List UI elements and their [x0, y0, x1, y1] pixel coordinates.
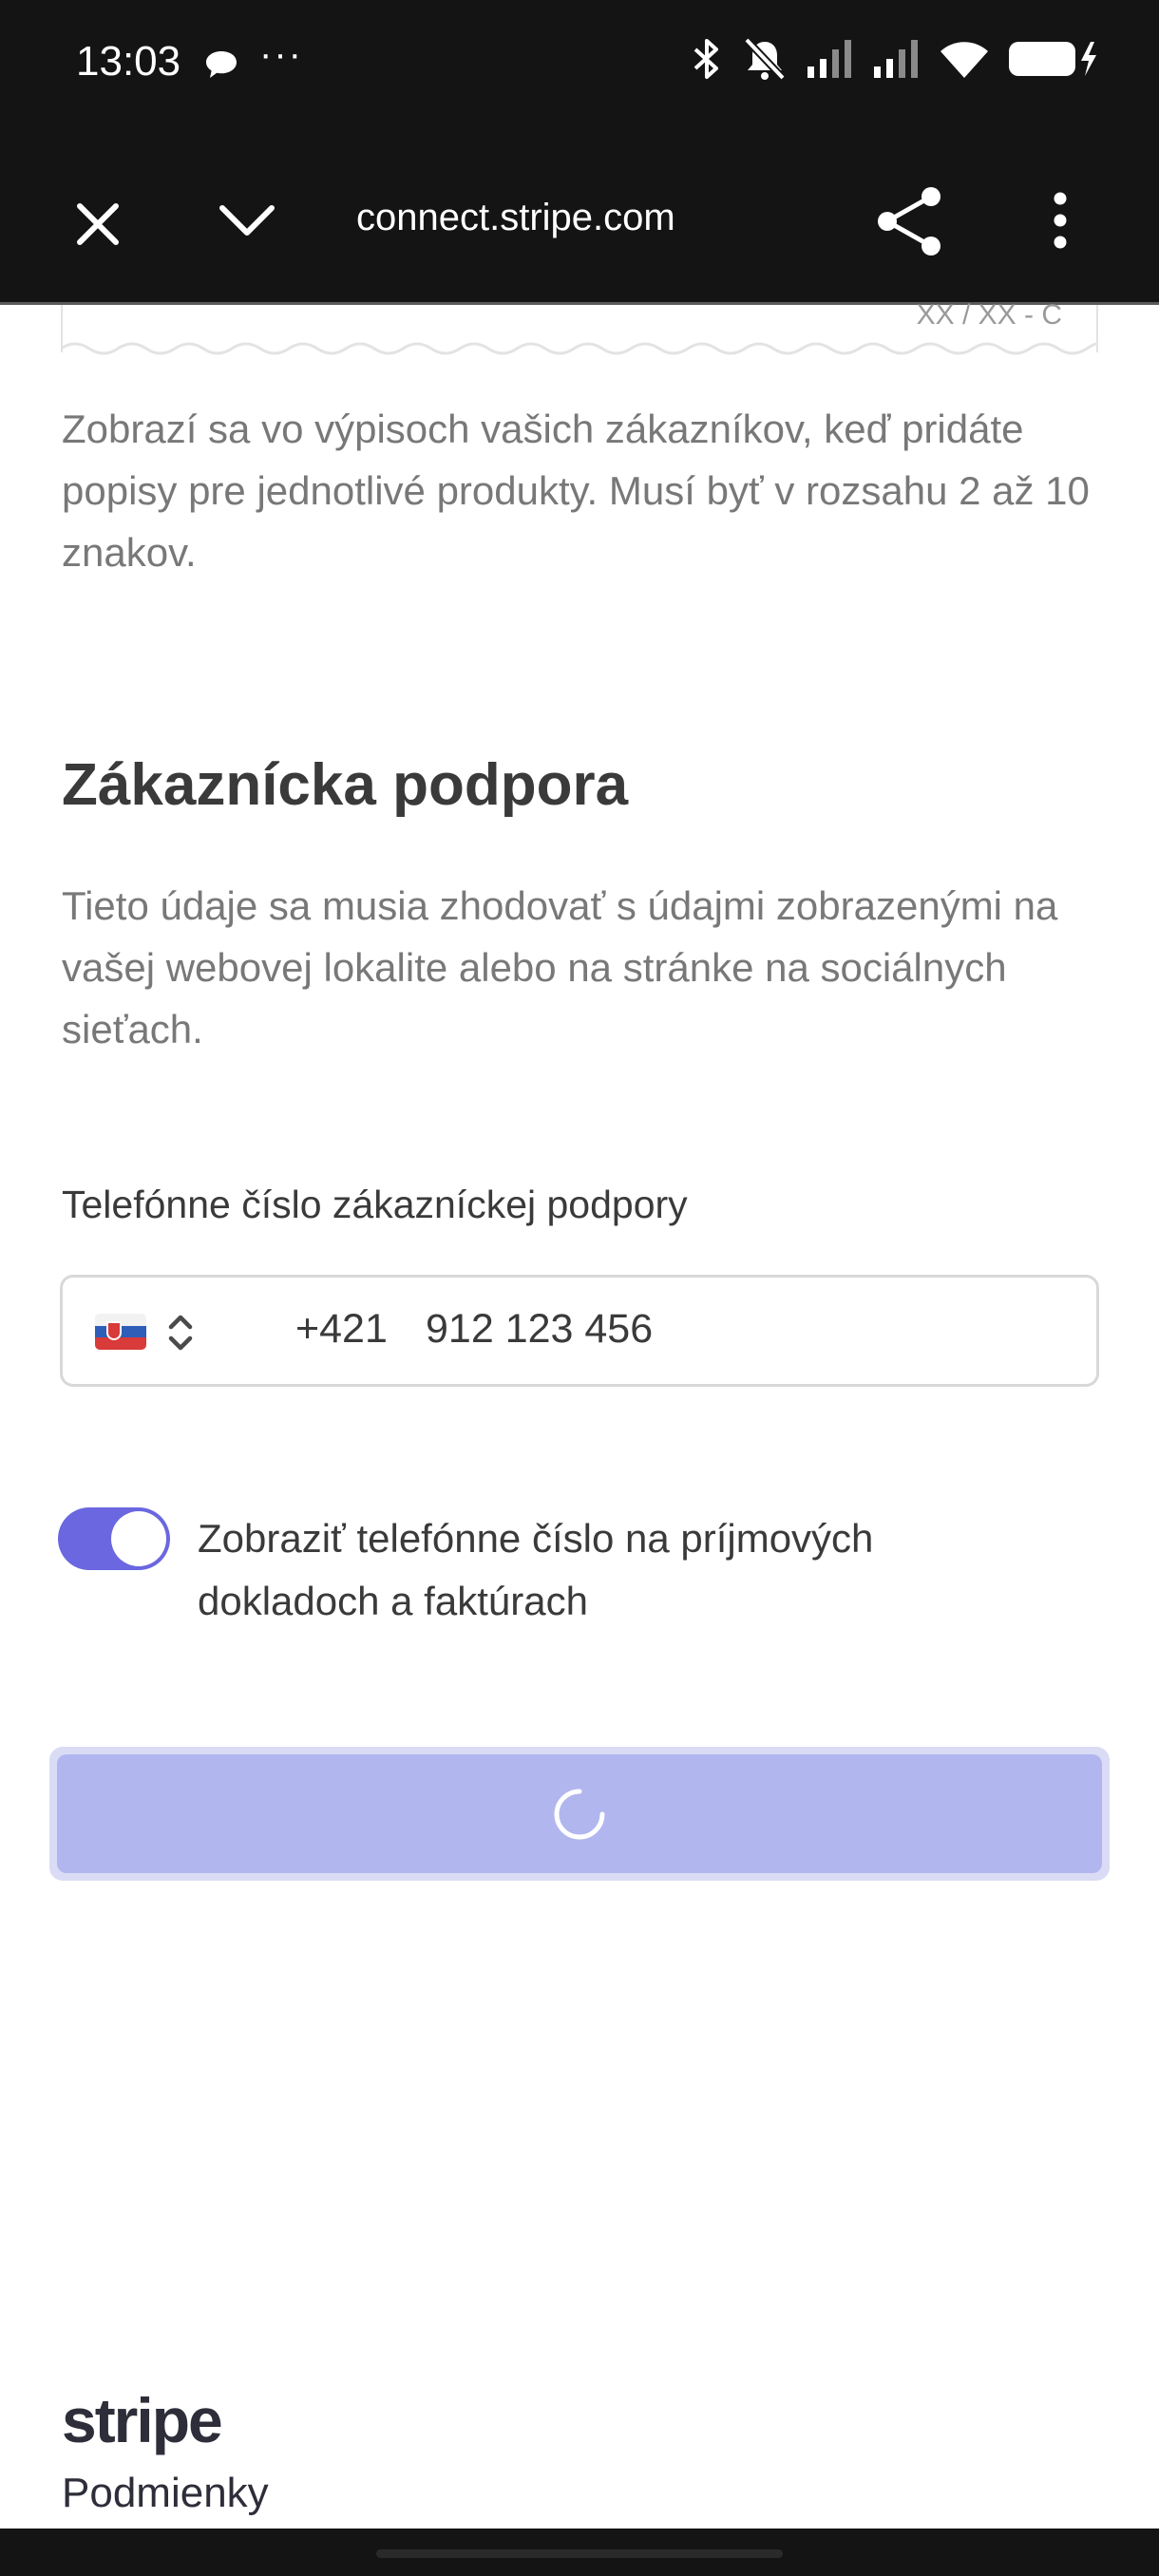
- statement-preview-text: XX / XX - C: [916, 299, 1062, 331]
- toggle-knob: [111, 1511, 166, 1566]
- home-indicator[interactable]: [376, 2549, 783, 2558]
- overflow-menu-icon[interactable]: [1045, 189, 1075, 252]
- close-icon[interactable]: [68, 195, 127, 254]
- show-phone-toggle-label: Zobraziť telefónne číslo na príjmových d…: [198, 1516, 874, 1623]
- phone-field-label: Telefónne číslo zákazníckej podpory: [62, 1183, 688, 1226]
- url-text[interactable]: connect.stripe.com: [356, 197, 675, 239]
- browser-toolbar: connect.stripe.com: [0, 128, 1159, 305]
- section-heading: Zákaznícka podpora: [62, 752, 629, 818]
- wifi-icon: [940, 42, 988, 78]
- section-description: Tieto údaje sa musia zhodovať s údajmi z…: [62, 883, 1058, 1051]
- share-icon[interactable]: [876, 185, 944, 257]
- submit-button[interactable]: [57, 1754, 1102, 1873]
- more-dots-icon: ···: [259, 33, 303, 75]
- chevron-down-icon[interactable]: [217, 199, 277, 242]
- show-phone-toggle[interactable]: [58, 1507, 170, 1570]
- loading-spinner-icon: [554, 1789, 605, 1840]
- chat-icon: [204, 49, 238, 85]
- silent-icon: [744, 37, 786, 81]
- country-selector-icon[interactable]: [165, 1310, 196, 1360]
- phone-input-field[interactable]: +421 912 123 456: [60, 1275, 1099, 1387]
- phone-number-input[interactable]: 912 123 456: [426, 1306, 653, 1353]
- status-bar: 13:03 ···: [0, 0, 1159, 128]
- status-icons: [690, 36, 1102, 82]
- status-time: 13:03: [76, 38, 181, 85]
- country-dial-code: +421: [295, 1306, 388, 1352]
- battery-charging-icon: [1009, 42, 1096, 76]
- bluetooth-icon: [694, 39, 718, 79]
- statement-hint: Zobrazí sa vo výpisoch vašich zákazníkov…: [62, 407, 1090, 575]
- stripe-logo: stripe: [62, 2385, 223, 2455]
- terms-link[interactable]: Podmienky: [62, 2470, 269, 2517]
- statement-preview-edge: [61, 342, 1098, 355]
- signal-icon: [808, 40, 851, 78]
- slovakia-flag-icon[interactable]: [95, 1314, 146, 1350]
- signal-icon: [874, 40, 918, 78]
- system-navigation-bar: [0, 2529, 1159, 2576]
